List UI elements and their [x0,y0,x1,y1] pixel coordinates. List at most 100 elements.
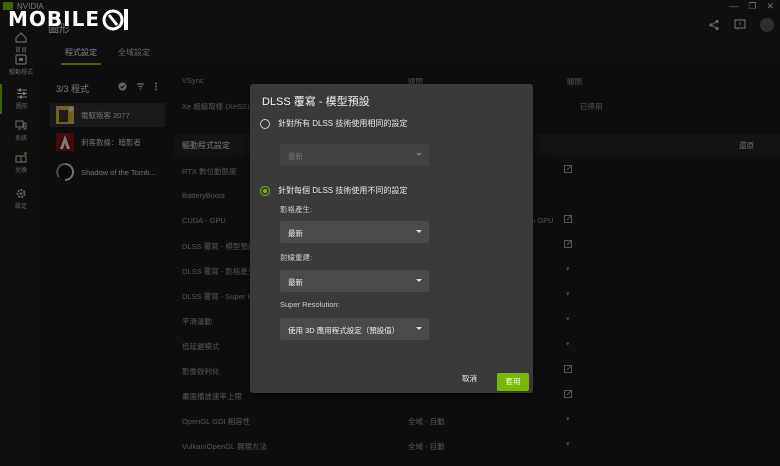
edit-icon[interactable] [564,214,573,223]
setting-value-global: 關閉 [567,77,582,86]
chevron-down-icon [416,327,422,330]
driver-icon [15,54,27,65]
sidebar-item-label: 圖形 [15,104,28,110]
edit-icon[interactable] [564,239,573,248]
option-each-settings[interactable]: 針對每個 DLSS 技術使用不同的設定 [260,185,407,196]
setting-label: CUDA - GPU [182,216,226,225]
tomb-raider-thumbnail-icon [56,163,74,181]
filter-icon[interactable] [136,82,145,91]
restore-button[interactable]: ❐ [748,1,756,12]
chevron-down-icon[interactable]: ▾ [566,415,570,423]
sidebar-item-label: 驅動程式 [8,70,33,76]
dialog-title: DLSS 覆寫 - 模型預設 [262,96,370,108]
option-label: 針對所有 DLSS 技術使用相同的設定 [278,119,408,128]
program-name: Shadow of the Tomb... [81,167,156,177]
watermark-text: MOBILE [8,7,100,31]
setting-label: DLSS 覆寫 - 影格產生 [182,267,256,276]
sidebar-item-redeem[interactable]: 兌換 [0,148,42,178]
frame-gen-label: 影格產生: [280,205,313,214]
gear-icon [16,189,26,198]
window-controls: — ❐ ✕ [729,0,774,12]
setting-value: 全域 - 自動 [408,417,445,426]
apply-button[interactable]: 套用 [497,373,529,391]
more-icon[interactable] [154,82,158,91]
page-header: 圖形 [42,12,780,42]
chevron-down-icon[interactable]: ▾ [566,440,570,448]
setting-row[interactable]: OpenGL GDI 相容性 全域 - 自動 ▾ [174,408,780,433]
tab-bar: 程式設定 全域設定 [42,42,780,65]
edit-icon[interactable] [564,164,573,173]
gift-icon [15,152,27,163]
frame-gen-dropdown[interactable]: 最新 [280,221,429,243]
program-name: 刺客教條：暗影者 [81,137,141,147]
chevron-down-icon[interactable]: ▾ [566,340,570,348]
section-title: 驅動程式設定 [182,141,230,150]
share-icon[interactable] [708,19,720,31]
minimize-button[interactable]: — [729,1,738,11]
feedback-icon[interactable] [734,19,746,31]
setting-label: Vulkan/OpenGL 展現方法 [182,442,267,451]
option-label: 針對每個 DLSS 技術使用不同的設定 [278,186,408,195]
sidebar-item-drivers[interactable]: 驅動程式 [0,50,42,80]
super-resolution-label: Super Resolution: [280,300,340,309]
setting-row[interactable]: Vulkan/OpenGL 展現方法 全域 - 自動 ▾ [174,433,780,458]
dropdown-value: 最新 [288,278,303,287]
same-settings-dropdown: 最新 [280,144,429,166]
chevron-down-icon[interactable]: ▾ [566,265,570,273]
setting-value-global: 已停用 [580,102,603,111]
program-list: 3/3 程式 電馭叛客 2077 刺客教條：暗影者 Shadow of the … [50,76,165,466]
monitor-icon [15,120,27,130]
assassins-creed-thumbnail-icon [56,133,74,151]
dropdown-value: 最新 [288,152,303,161]
chevron-down-icon [416,279,422,282]
setting-label: BatteryBoost [182,191,225,200]
dlss-override-dialog: DLSS 覆寫 - 模型預設 針對所有 DLSS 技術使用相同的設定 最新 針對… [250,84,533,393]
ray-reconstruction-label: 射線重建: [280,253,313,262]
home-icon [15,32,27,43]
setting-label: 平滑運動 [182,317,212,326]
setting-label: VSync [182,76,204,85]
setting-label: RTX 數位動態度 [182,167,237,176]
program-list-tools [118,82,158,91]
cyberpunk-thumbnail-icon [56,106,74,124]
program-item-tomb-raider[interactable]: Shadow of the Tomb... [50,160,165,184]
verified-icon[interactable] [118,82,127,91]
radio-button-selected[interactable] [260,185,270,196]
chevron-down-icon[interactable]: ▾ [566,290,570,298]
chevron-down-icon [416,230,422,233]
super-resolution-dropdown[interactable]: 使用 3D 應用程式設定（預設值） [280,318,429,340]
program-count: 3/3 程式 [56,84,90,94]
setting-value: p GPU [531,216,554,225]
watermark-01-icon [102,9,128,31]
close-button[interactable]: ✕ [766,1,774,12]
dropdown-value: 最新 [288,229,303,238]
sidebar: 首頁 驅動程式 圖形 系統 兌換 設定 [0,12,42,466]
setting-label: DLSS 覆寫 - Super R [182,292,253,301]
chevron-down-icon [416,153,422,156]
tab-global-settings[interactable]: 全域設定 [118,47,150,58]
chevron-down-icon[interactable]: ▾ [566,315,570,323]
program-item-assassins-creed[interactable]: 刺客教條：暗影者 [50,130,165,154]
header-actions [708,18,774,32]
setting-label: 畫面播放速率上限 [182,392,242,401]
radio-button[interactable] [260,118,270,129]
program-name: 電馭叛客 2077 [81,110,130,120]
setting-label: OpenGL GDI 相容性 [182,417,251,426]
watermark-logo: MOBILE [8,6,131,32]
tab-program-settings[interactable]: 程式設定 [61,47,101,65]
sidebar-item-system[interactable]: 系統 [0,116,42,146]
ray-reconstruction-dropdown[interactable]: 最新 [280,270,429,292]
sidebar-item-graphics[interactable]: 圖形 [0,84,42,114]
program-item-cyberpunk[interactable]: 電馭叛客 2077 [50,103,165,127]
setting-label: Xe 超級取樣 (XeSS) [182,102,250,111]
edit-icon[interactable] [564,364,573,373]
setting-label: DLSS 覆寫 - 模型預設 [182,242,256,251]
sliders-icon [17,88,27,99]
restore-button[interactable]: 還原 [739,140,754,151]
sidebar-item-settings[interactable]: 設定 [0,184,42,214]
sidebar-item-label: 設定 [14,204,27,210]
edit-icon[interactable] [564,389,573,398]
avatar[interactable] [760,18,774,32]
option-same-settings[interactable]: 針對所有 DLSS 技術使用相同的設定 [260,118,407,129]
cancel-button[interactable]: 取消 [462,373,477,384]
